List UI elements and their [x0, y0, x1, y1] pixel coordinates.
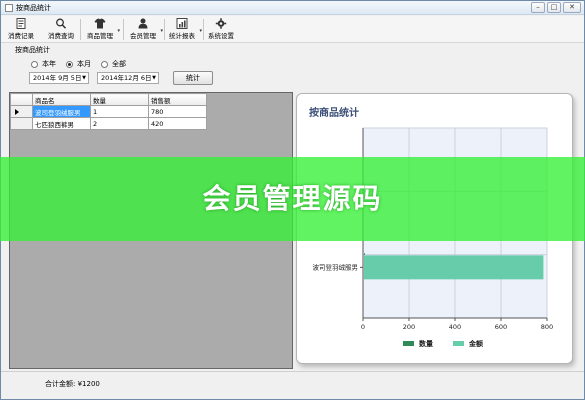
radio-indicator	[66, 60, 73, 68]
cell-amount[interactable]: 780	[148, 105, 207, 118]
legend-swatch	[403, 341, 414, 346]
chevron-down-icon: ▾	[117, 28, 120, 34]
radio-this-year[interactable]: 本年	[31, 59, 56, 69]
toolbar-stat-report[interactable]: 统计报表 ▾	[167, 18, 202, 42]
radio-this-month[interactable]: 本月	[66, 59, 91, 69]
radio-label: 全部	[112, 60, 126, 68]
y-tick-label: 波司登羽绒服男	[313, 262, 359, 271]
x-tick-label: 600	[495, 323, 507, 331]
minimize-button[interactable]: –	[531, 2, 545, 13]
legend-label: 数量	[419, 339, 433, 348]
toolbar-consume-query[interactable]: 消费查询	[46, 18, 76, 42]
row-header[interactable]	[10, 105, 33, 118]
gear-icon	[215, 18, 227, 29]
table-row[interactable]: 波司登羽绒服男 1 780	[10, 105, 207, 118]
cell-name[interactable]: 波司登羽绒服男	[32, 105, 91, 118]
document-icon	[16, 18, 26, 29]
cell-amount[interactable]: 420	[148, 117, 207, 130]
radio-label: 本年	[42, 60, 56, 68]
start-date-picker[interactable]: 2014年 9月 5日 ▼	[29, 72, 89, 84]
legend-swatch	[453, 341, 464, 346]
end-date-picker[interactable]: 2014年12月 6日 ▼	[97, 72, 159, 84]
cell-name[interactable]: 七匹狼西裤男	[32, 117, 91, 130]
radio-indicator	[101, 60, 108, 68]
chevron-down-icon: ▾	[199, 28, 202, 34]
window-title: 按商品统计	[16, 4, 51, 12]
toolbar-separator	[80, 19, 81, 40]
x-tick-label: 0	[361, 323, 365, 331]
watermark-banner: 会员管理源码	[0, 157, 585, 241]
toolbar-system-settings[interactable]: 系统设置	[206, 18, 236, 42]
toolbar-label: 消费记录	[8, 32, 34, 40]
toolbar-label: 商品管理	[87, 32, 113, 40]
column-header[interactable]: 销售额	[148, 93, 207, 106]
cell-qty[interactable]: 2	[90, 117, 149, 130]
column-header[interactable]: 商品名	[32, 93, 91, 106]
x-tick-label: 400	[449, 323, 461, 331]
app-icon	[5, 4, 13, 12]
x-tick-label: 200	[403, 323, 415, 331]
row-header[interactable]	[10, 117, 33, 130]
grid-table: 商品名 数量 销售额 波司登羽绒服男 1 780 七匹狼西裤男 2 420	[10, 93, 207, 130]
radio-indicator	[31, 60, 38, 68]
search-icon	[56, 18, 67, 29]
current-row-arrow-icon	[15, 109, 19, 115]
end-date-value: 2014年12月 6日	[101, 74, 152, 82]
report-icon	[176, 18, 188, 29]
filter-group-title: 按商品统计	[15, 46, 50, 54]
total-amount: 合计金额: ¥1200	[45, 380, 100, 388]
user-icon	[138, 18, 148, 29]
toolbar-separator	[164, 19, 165, 40]
toolbar-separator	[123, 19, 124, 40]
watermark-text: 会员管理源码	[202, 182, 383, 215]
grid-header-row: 商品名 数量 销售额	[10, 93, 207, 106]
maximize-button[interactable]: □	[547, 2, 561, 13]
toolbar-member-manage[interactable]: 会员管理 ▾	[128, 18, 163, 42]
cell-qty[interactable]: 1	[90, 105, 149, 118]
stat-button[interactable]: 统计	[173, 71, 213, 85]
footer-divider	[1, 371, 584, 372]
legend-label: 金额	[468, 339, 483, 348]
toolbar-label: 会员管理	[130, 32, 156, 40]
chevron-down-icon: ▼	[152, 75, 156, 81]
toolbar-goods-manage[interactable]: 商品管理 ▾	[85, 18, 120, 42]
bar-金额	[364, 255, 544, 280]
grid-corner	[10, 93, 33, 106]
title-bar[interactable]: 按商品统计 – □ ✕	[1, 1, 584, 15]
x-tick-label: 800	[541, 323, 553, 331]
chevron-down-icon: ▼	[82, 75, 86, 81]
toolbar-separator	[203, 19, 204, 40]
shirt-icon	[94, 18, 106, 29]
radio-label: 本月	[77, 60, 91, 68]
bar-数量	[364, 253, 365, 255]
toolbar: 消费记录 消费查询 商品管理 ▾ 会员管理 ▾ 统计报表 ▾ 系统设置	[1, 16, 584, 43]
toolbar-consume-record[interactable]: 消费记录	[7, 18, 35, 42]
toolbar-label: 系统设置	[208, 32, 234, 40]
start-date-value: 2014年 9月 5日	[33, 74, 82, 82]
chevron-down-icon: ▾	[160, 28, 163, 34]
table-row[interactable]: 七匹狼西裤男 2 420	[10, 117, 207, 130]
close-button[interactable]: ✕	[563, 2, 581, 13]
toolbar-label: 统计报表	[169, 32, 195, 40]
column-header[interactable]: 数量	[90, 93, 149, 106]
radio-all[interactable]: 全部	[101, 59, 126, 69]
toolbar-label: 消费查询	[48, 32, 74, 40]
